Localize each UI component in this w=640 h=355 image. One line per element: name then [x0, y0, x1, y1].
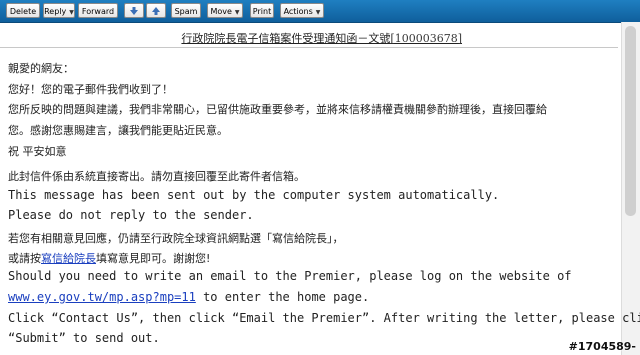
forward-button[interactable]: Forward	[78, 3, 118, 18]
spam-button[interactable]: Spam	[171, 3, 201, 18]
premier-email-instructions: Should you need to write an email to the…	[8, 269, 572, 283]
actions-button[interactable]: Actions ▼	[280, 3, 324, 18]
body-line-3: 您。感謝您惠賜建言，讓我們能更貼近民意。	[8, 124, 228, 137]
body-line-1: 您好！您的電子郵件我們收到了！	[8, 83, 173, 96]
reply-dropdown-icon[interactable]: ▼	[69, 9, 74, 16]
feedback-prefix: 或請按	[8, 252, 41, 265]
move-label: Move	[210, 7, 232, 16]
system-notice-line: 此封信件係由系統直接寄出。請勿直接回覆至此寄件者信箱。	[8, 170, 305, 183]
contact-instructions-line: Click “Contact Us”, then click “Email th…	[8, 311, 640, 325]
print-label: Print	[252, 7, 272, 16]
system-notice-english: This message has been sent out by the co…	[8, 188, 500, 202]
feedback-line: 若您有相關意見回應，仍請至行政院全球資訊網點選「寫信給院長」，	[8, 232, 344, 245]
website-line: www.ey.gov.tw/mp.asp?mp=11 to enter the …	[8, 290, 369, 304]
greeting-line: 親愛的網友：	[8, 62, 74, 75]
spam-label: Spam	[174, 7, 198, 16]
case-number: [100003678]	[390, 32, 462, 45]
reply-label: Reply	[44, 7, 67, 16]
next-message-button[interactable]	[124, 3, 144, 18]
arrow-up-icon	[152, 7, 160, 15]
body-line-2: 您所反映的問題與建議，我們非常關心，已留供施政重要參考，並將來信移請權責機關參酌…	[8, 103, 547, 116]
watermark: #1704589-	[568, 340, 636, 353]
submit-instructions-line: “Submit” to send out.	[8, 331, 160, 345]
no-reply-english: Please do not reply to the sender.	[8, 208, 254, 222]
scrollbar-thumb[interactable]	[625, 26, 636, 216]
arrow-down-icon	[130, 7, 138, 15]
closing-line: 祝 平安如意	[8, 145, 67, 158]
message-subject: 行政院院長電子信箱案件受理通知函－文號[100003678]	[181, 30, 462, 46]
forward-label: Forward	[81, 7, 115, 16]
vertical-scrollbar[interactable]	[621, 22, 640, 355]
subject-text: 行政院院長電子信箱案件受理通知函－文號	[181, 32, 391, 45]
move-button[interactable]: Move ▼	[207, 3, 243, 18]
feedback-link-line: 或請按寫信給院長填寫意見即可。謝謝您!	[8, 250, 210, 266]
actions-label: Actions	[283, 7, 313, 16]
delete-label: Delete	[9, 7, 37, 16]
write-to-premier-link[interactable]: 寫信給院長	[41, 252, 96, 265]
actions-dropdown-icon[interactable]: ▼	[316, 9, 321, 16]
move-dropdown-icon[interactable]: ▼	[235, 9, 240, 16]
feedback-suffix: 填寫意見即可。謝謝您!	[96, 252, 211, 265]
reply-button[interactable]: Reply ▼	[43, 3, 75, 18]
delete-button[interactable]: Delete	[6, 3, 40, 18]
previous-message-button[interactable]	[146, 3, 166, 18]
header-divider	[0, 47, 618, 48]
print-button[interactable]: Print	[250, 3, 274, 18]
ey-website-link[interactable]: www.ey.gov.tw/mp.asp?mp=11	[8, 290, 196, 304]
website-suffix: to enter the home page.	[195, 290, 370, 304]
mail-toolbar: Delete Reply ▼ Forward Spam Move ▼ Print A…	[0, 0, 640, 23]
